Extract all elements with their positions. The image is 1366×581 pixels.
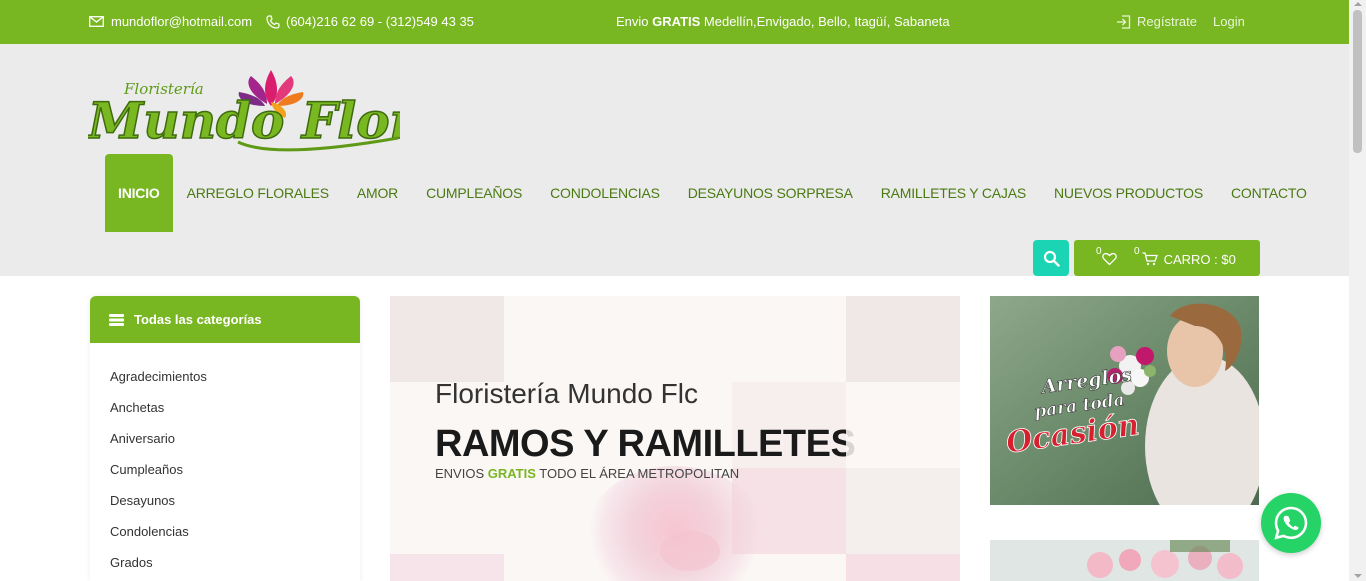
envelope-icon [89,16,104,27]
page-scrollbar[interactable] [1349,0,1366,581]
slider-tile [846,296,960,382]
banner-bride-image: Arreglos para toda Ocasión [990,296,1259,505]
phone-text: (604)216 62 69 - (312)549 43 35 [286,14,474,29]
banner-roses-image [990,540,1259,581]
wishlist-button[interactable]: 0 [1096,246,1117,266]
category-item-aniversario[interactable]: Aniversario [90,431,360,462]
scrollbar-thumb[interactable] [1353,10,1362,153]
category-item-grados[interactable]: Grados [90,555,360,581]
category-sidebar: Todas las categorías Agradecimientos Anc… [90,296,360,581]
login-link[interactable]: Login [1213,14,1245,29]
cart-count: 0 [1134,246,1140,257]
slider-headline: RAMOS Y RAMILLETES [435,423,856,465]
nav-item-nuevos-productos[interactable]: NUEVOS PRODUCTOS [1040,154,1217,232]
category-item-anchetas[interactable]: Anchetas [90,400,360,431]
promo-prefix: Envio [616,14,653,29]
slider-subtitle: ENVIOS GRATIS TODO EL ÁREA METROPOLITAN [435,466,739,481]
category-header-title: Todas las categorías [134,312,262,327]
scroll-up-arrow-icon[interactable] [1354,2,1362,6]
logo-main-text: Mundo Flor [88,91,400,150]
scroll-down-arrow-icon[interactable] [1354,574,1362,578]
phone-icon [266,14,280,29]
rose-petal-image [660,531,720,571]
promo-banner-roses[interactable] [990,540,1259,581]
whatsapp-button[interactable] [1261,493,1321,553]
list-icon [109,313,124,326]
nav-item-amor[interactable]: AMOR [343,154,412,232]
slider-sub-suffix: TODO EL ÁREA METROPOLITAN [535,466,740,481]
slider-tile [846,554,960,581]
nav-item-inicio[interactable]: INICIO [105,154,173,232]
category-header[interactable]: Todas las categorías [90,296,360,343]
header: Floristería Mundo Flor INICIO ARREGLO FL… [0,44,1349,276]
sign-in-icon [1117,14,1131,29]
cart-button[interactable]: 0 CARRO : $0 [1134,246,1236,267]
category-item-cumpleanos[interactable]: Cumpleaños [90,462,360,493]
register-link[interactable]: Regístrate [1116,14,1197,29]
slider-tile [390,554,504,581]
nav-item-ramilletes-y-cajas[interactable]: RAMILLETES Y CAJAS [867,154,1040,232]
search-button[interactable] [1033,240,1069,276]
slider-tile [846,468,960,554]
heart-icon [1101,252,1117,266]
logo-graphic: Floristería Mundo Flor [85,70,420,152]
promo-banner-occasions[interactable]: Arreglos para toda Ocasión [990,296,1259,505]
cart-bar: 0 0 CARRO : $0 [1074,240,1260,276]
top-bar: mundoflor@hotmail.com (604)216 62 69 - (… [0,0,1349,44]
category-item-desayunos[interactable]: Desayunos [90,493,360,524]
whatsapp-icon [1274,506,1308,540]
contact-email[interactable]: mundoflor@hotmail.com [89,14,252,29]
nav-item-desayunos-sorpresa[interactable]: DESAYUNOS SORPRESA [674,154,867,232]
hero-slider[interactable]: Floristería Mundo Flc RAMOS Y RAMILLETES… [390,296,960,581]
category-item-condolencias[interactable]: Condolencias [90,524,360,555]
contact-phone[interactable]: (604)216 62 69 - (312)549 43 35 [266,14,474,29]
shopping-cart-icon [1142,252,1158,266]
slider-tile [732,468,846,554]
main-nav: INICIO ARREGLO FLORALES AMOR CUMPLEAÑOS … [105,154,1321,232]
nav-item-condolencias[interactable]: CONDOLENCIAS [536,154,674,232]
shipping-promo: Envio GRATIS Medellín,Envigado, Bello, I… [616,14,950,29]
slider-tile [846,406,960,468]
nav-item-cumpleanos[interactable]: CUMPLEAÑOS [412,154,536,232]
cart-total-label: CARRO : $0 [1163,252,1236,267]
slider-tile [390,296,504,382]
nav-item-arreglo-florales[interactable]: ARREGLO FLORALES [173,154,343,232]
category-item-agradecimientos[interactable]: Agradecimientos [90,369,360,400]
slider-sub-prefix: ENVIOS [435,466,488,481]
category-list: Agradecimientos Anchetas Aniversario Cum… [90,343,360,581]
search-icon [1043,250,1060,267]
nav-item-contacto[interactable]: CONTACTO [1217,154,1321,232]
slider-sub-green: GRATIS [487,466,536,481]
site-logo[interactable]: Floristería Mundo Flor [85,68,420,158]
slider-title: Floristería Mundo Flc [435,378,698,409]
register-label: Regístrate [1137,14,1197,29]
promo-bold: GRATIS [652,14,701,29]
email-text: mundoflor@hotmail.com [111,14,253,29]
promo-suffix: Medellín,Envigado, Bello, Itagüí, Sabane… [700,14,950,29]
